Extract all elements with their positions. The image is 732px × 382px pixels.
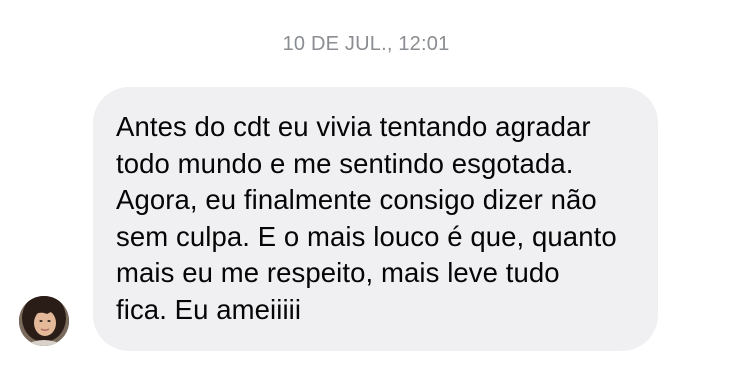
chat-screen: 10 DE JUL., 12:01 Antes do cdt eu vivia … (0, 0, 732, 382)
sender-avatar[interactable] (19, 296, 69, 346)
message-timestamp: 10 DE JUL., 12:01 (282, 33, 450, 55)
message-text: Antes do cdt eu vivia tentando agradar t… (116, 111, 617, 325)
avatar-photo-icon (19, 296, 69, 346)
message-bubble[interactable]: Antes do cdt eu vivia tentando agradar t… (93, 87, 658, 351)
